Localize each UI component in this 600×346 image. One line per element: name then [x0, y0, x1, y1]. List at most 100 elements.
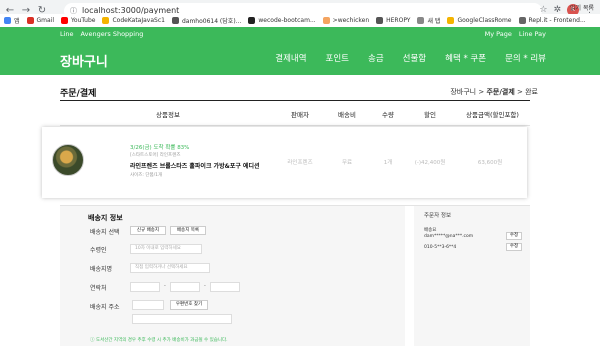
link-line-pay[interactable]: Line Pay [519, 30, 546, 38]
bookmark-item[interactable]: >wechicken [322, 17, 370, 24]
address-select-label: 배송지 선택 [90, 229, 120, 236]
zipcode-input[interactable] [132, 300, 164, 310]
breadcrumb-separator: > [514, 88, 526, 96]
bookmark-favicon-icon [171, 17, 179, 24]
discount-cell: (-)42,400원 [414, 160, 446, 166]
menu-benefits-coupons[interactable]: 혜택 * 쿠폰 [445, 52, 486, 64]
recipient-label: 수령인 [90, 247, 107, 254]
link-my-page[interactable]: My Page [485, 30, 512, 38]
product-option: 사이즈: 단품/1개 [130, 173, 163, 178]
link-avengers-shopping[interactable]: Avengers Shopping [81, 30, 144, 38]
table-header-divider [60, 125, 530, 126]
bookmark-item[interactable]: 앱 [4, 16, 20, 25]
bookmark-item[interactable]: GoogleClassRome [447, 17, 512, 24]
header-top-right-links: My Page Line Pay [485, 30, 546, 38]
bookmark-favicon-icon [417, 17, 425, 24]
bookmark-favicon-icon [447, 17, 455, 24]
bookmark-label: YouTube [71, 17, 96, 24]
bookmark-label: wecode-bootcam... [258, 17, 316, 24]
bookmark-item[interactable]: HEROPY [376, 17, 410, 24]
bookmark-label: Gmail [36, 17, 55, 24]
product-thumbnail[interactable] [52, 144, 84, 176]
shipping-notice: ⓘ 도서산간 지역의 경우 추후 수령 시 추가 배송비가 과금될 수 있습니다… [90, 337, 228, 343]
col-quantity: 수량 [382, 111, 394, 119]
edit-email-button[interactable]: 수정 [506, 232, 522, 240]
address-label: 배송지 주소 [90, 304, 120, 311]
title-divider [60, 100, 530, 101]
site-header: Line Avengers Shopping My Page Line Pay … [0, 27, 600, 75]
quantity-cell: 1개 [383, 160, 393, 166]
breadcrumb: 장바구니 > 주문/결제 > 완료 [450, 87, 538, 97]
phone-label: 연락처 [90, 285, 107, 292]
shipping-notice-text: 도서산간 지역의 경우 추후 수령 시 추가 배송비가 과금될 수 있습니다. [95, 338, 228, 343]
bookmark-favicon-icon [248, 17, 256, 24]
bookmark-favicon-icon [4, 17, 11, 24]
main-menu: 결제내역 포인트 송금 선물함 혜택 * 쿠폰 문의 * 리뷰 [275, 52, 546, 64]
menu-points[interactable]: 포인트 [326, 52, 349, 64]
col-shipping-fee: 배송비 [338, 111, 356, 119]
reading-list[interactable]: 읽기 목록 [570, 3, 594, 12]
breadcrumb-done: 완료 [525, 88, 538, 96]
menu-transfer[interactable]: 송금 [368, 52, 384, 64]
recipient-input[interactable]: 10자 이내로 입력하세요 [130, 244, 202, 254]
bookmark-label: Repl.it - Frontend... [528, 17, 586, 24]
phone-input-1[interactable] [130, 282, 160, 292]
address-detail-input[interactable] [132, 314, 232, 324]
col-price: 상품금액(할인포함) [466, 111, 519, 119]
phone-input-3[interactable] [210, 282, 240, 292]
bookmark-item[interactable]: damho0614 (담호)... [171, 16, 242, 25]
address-name-input[interactable]: 직접 입력하거나 선택하세요 [130, 263, 210, 273]
bookmark-favicon-icon [102, 17, 110, 24]
shipping-form: 배송지 정보 배송지 선택 신규 배송지 배송지 목록 수령인 10자 이내로 … [60, 206, 405, 346]
bookmark-item[interactable]: 새 탭 [417, 16, 440, 25]
menu-gifts[interactable]: 선물함 [403, 52, 426, 64]
bookmark-item[interactable]: Gmail [26, 17, 55, 24]
bookmark-favicon-icon [61, 17, 69, 24]
phone-separator: - [204, 283, 206, 289]
new-address-button[interactable]: 신규 배송지 [130, 226, 166, 235]
bookmark-label: damho0614 (담호)... [181, 18, 242, 25]
zipcode-search-button[interactable]: 우편번호 찾기 [170, 300, 208, 310]
product-name[interactable]: 라인프렌즈 브롤스타즈 홀파이크 가방&포구 에디션 [130, 161, 260, 170]
orderer-panel: 주문자 정보 배송요 dam*****@na***.com 수정 010-5**… [414, 206, 530, 346]
bookmarks-bar: 앱 Gmail YouTube CodeKataJavaSc1 damho0614 (담… [0, 14, 600, 27]
table-row[interactable]: 3/26(금) 도착 확률 83% [스타트스토어] 라인프렌즈 라인프렌즈 브… [42, 127, 527, 198]
orderer-email: dam*****@na***.com [424, 234, 474, 239]
col-discount: 할인 [424, 111, 436, 119]
price-cell: 63,600원 [477, 160, 503, 166]
orderer-phone: 010-5**3-6**4 [424, 245, 457, 250]
bookmark-item[interactable]: CodeKataJavaSc1 [102, 17, 165, 24]
breadcrumb-current: 주문/결제 [486, 88, 515, 96]
bookmark-favicon-icon [322, 17, 330, 24]
bookmark-item[interactable]: Repl.it - Frontend... [518, 17, 586, 24]
bookmark-label: HEROPY [386, 17, 411, 24]
bookmark-favicon-icon [376, 17, 384, 24]
col-product-info: 상품정보 [156, 111, 180, 119]
bookmark-label: GoogleClassRome [457, 17, 512, 24]
address-name-label: 배송지명 [90, 266, 113, 273]
breadcrumb-separator: > [476, 88, 487, 96]
store-name: [스타트스토어] 라인프렌즈 [130, 153, 181, 158]
seller-cell: 라인프렌즈 [287, 160, 313, 166]
breadcrumb-cart[interactable]: 장바구니 [450, 88, 476, 96]
delivery-promo: 3/26(금) 도착 확률 83% [130, 145, 190, 151]
menu-inquiry-reviews[interactable]: 문의 * 리뷰 [505, 52, 546, 64]
page-title: 주문/결제 [60, 89, 97, 99]
site-logo[interactable]: 장바구니 [60, 51, 108, 70]
bookmark-favicon-icon [26, 17, 34, 24]
phone-separator: - [164, 283, 166, 289]
col-seller: 판매자 [291, 111, 309, 119]
phone-input-2[interactable] [170, 282, 200, 292]
address-list-button[interactable]: 배송지 목록 [170, 226, 206, 235]
bookmark-item[interactable]: YouTube [61, 17, 95, 24]
bookmark-item[interactable]: wecode-bootcam... [248, 17, 316, 24]
bookmark-label: >wechicken [332, 17, 370, 24]
menu-payment-history[interactable]: 결제내역 [275, 52, 306, 64]
bookmark-favicon-icon [518, 17, 526, 24]
shipping-cell: 무료 [341, 160, 353, 166]
link-line[interactable]: Line [60, 30, 74, 38]
edit-phone-button[interactable]: 수정 [506, 243, 522, 251]
header-top-left-links: Line Avengers Shopping [60, 30, 143, 38]
shipping-title: 배송지 정보 [88, 214, 123, 222]
orderer-subtitle: 배송요 [424, 228, 437, 233]
